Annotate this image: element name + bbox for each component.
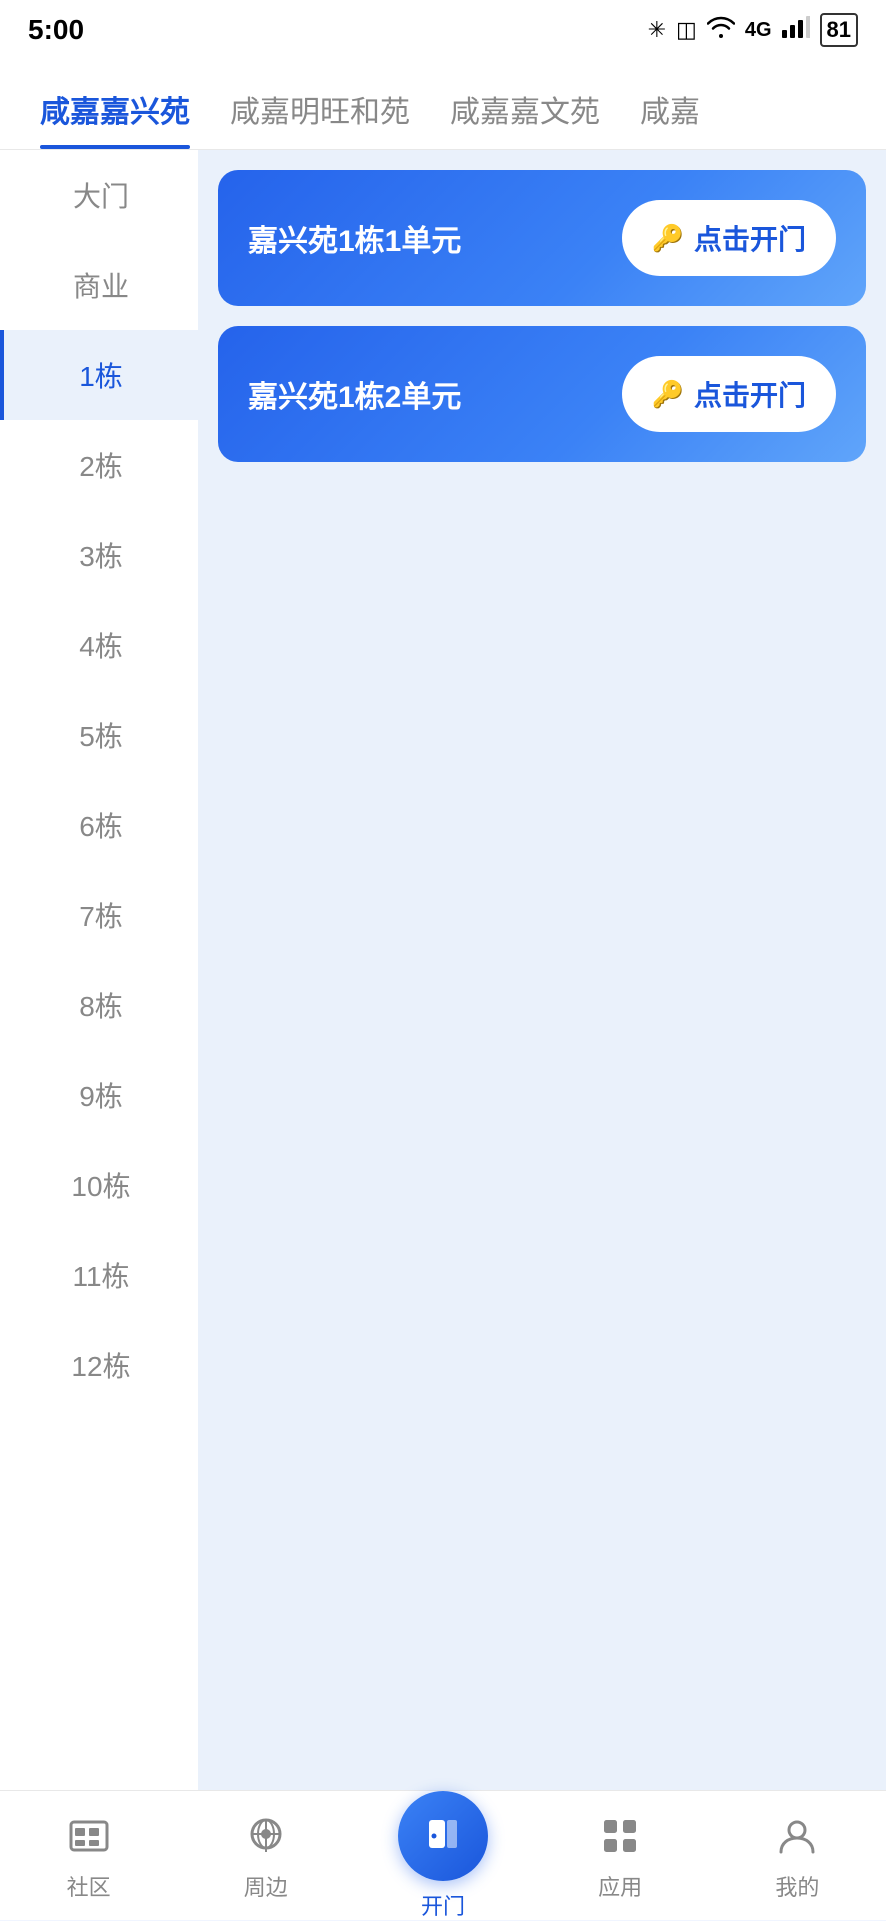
tab-xian-jia[interactable]: 咸嘉 [620, 87, 720, 149]
sidebar-item-building7[interactable]: 7栋 [0, 870, 198, 960]
nav-item-nearby[interactable]: 周边 [216, 1810, 316, 1902]
sidebar-item-building1[interactable]: 1栋 [0, 330, 198, 420]
tab-jiaxing-yuan[interactable]: 咸嘉嘉兴苑 [20, 87, 210, 149]
apps-icon [594, 1810, 646, 1862]
open-door-unit2-button[interactable]: 🔑 点击开门 [622, 356, 836, 432]
nav-item-apps[interactable]: 应用 [570, 1810, 670, 1902]
sidebar-item-building4[interactable]: 4栋 [0, 600, 198, 690]
battery-level: 81 [827, 17, 851, 43]
door-card-unit1: 嘉兴苑1栋1单元 🔑 点击开门 [218, 170, 866, 306]
tab-mingwang-yuan[interactable]: 咸嘉明旺和苑 [210, 87, 430, 149]
signal-bars-icon [782, 16, 810, 44]
sidebar-item-building3[interactable]: 3栋 [0, 510, 198, 600]
sidebar-item-building6[interactable]: 6栋 [0, 780, 198, 870]
right-panel: 嘉兴苑1栋1单元 🔑 点击开门 嘉兴苑1栋2单元 🔑 点击开门 [198, 150, 886, 1790]
sidebar-item-building9[interactable]: 9栋 [0, 1050, 198, 1140]
status-bar: 5:00 ✳ ◫ 4G 81 [0, 0, 886, 60]
sidebar-item-building11[interactable]: 11栋 [0, 1230, 198, 1320]
battery-icon: 81 [820, 13, 858, 47]
nav-item-opendoor[interactable]: 开门 [393, 1791, 493, 1921]
nfc-icon: ◫ [676, 17, 697, 43]
status-icons: ✳ ◫ 4G 81 [648, 13, 858, 47]
community-icon [63, 1810, 115, 1862]
sidebar-item-gate[interactable]: 大门 [0, 150, 198, 240]
status-time: 5:00 [28, 14, 84, 46]
door-card-unit2-title: 嘉兴苑1栋2单元 [248, 372, 461, 416]
nearby-icon [240, 1810, 292, 1862]
nav-item-community[interactable]: 社区 [39, 1810, 139, 1902]
bottom-nav: 社区 周边 开门 [0, 1790, 886, 1920]
open-door-unit1-button[interactable]: 🔑 点击开门 [622, 200, 836, 276]
sidebar-item-commercial[interactable]: 商业 [0, 240, 198, 330]
mine-icon [771, 1810, 823, 1862]
left-sidebar: 大门 商业 1栋 2栋 3栋 4栋 5栋 6栋 7栋 8栋 9栋 10栋 11栋… [0, 150, 198, 1790]
tab-jia-wen-yuan[interactable]: 咸嘉嘉文苑 [430, 87, 620, 149]
key-icon-unit1: 🔑 [652, 223, 684, 254]
signal-4g-icon: 4G [745, 19, 772, 42]
door-card-unit2: 嘉兴苑1栋2单元 🔑 点击开门 [218, 326, 866, 462]
bluetooth-icon: ✳ [648, 17, 666, 43]
community-label: 社区 [67, 1870, 111, 1902]
opendoor-center-button[interactable] [398, 1791, 488, 1881]
opendoor-label: 开门 [421, 1889, 465, 1921]
main-content: 大门 商业 1栋 2栋 3栋 4栋 5栋 6栋 7栋 8栋 9栋 10栋 11栋… [0, 150, 886, 1790]
open-door-unit1-label: 点击开门 [694, 218, 806, 258]
sidebar-item-building5[interactable]: 5栋 [0, 690, 198, 780]
sidebar-item-building10[interactable]: 10栋 [0, 1140, 198, 1230]
wifi-icon [707, 16, 735, 44]
top-tabs: 咸嘉嘉兴苑 咸嘉明旺和苑 咸嘉嘉文苑 咸嘉 [0, 60, 886, 150]
open-door-unit2-label: 点击开门 [694, 374, 806, 414]
sidebar-item-building8[interactable]: 8栋 [0, 960, 198, 1050]
nav-item-mine[interactable]: 我的 [747, 1810, 847, 1902]
key-icon-unit2: 🔑 [652, 379, 684, 410]
sidebar-item-building2[interactable]: 2栋 [0, 420, 198, 510]
mine-label: 我的 [775, 1870, 819, 1902]
door-card-unit1-title: 嘉兴苑1栋1单元 [248, 216, 461, 260]
apps-label: 应用 [598, 1870, 642, 1902]
nearby-label: 周边 [244, 1870, 288, 1902]
sidebar-item-building12[interactable]: 12栋 [0, 1320, 198, 1410]
